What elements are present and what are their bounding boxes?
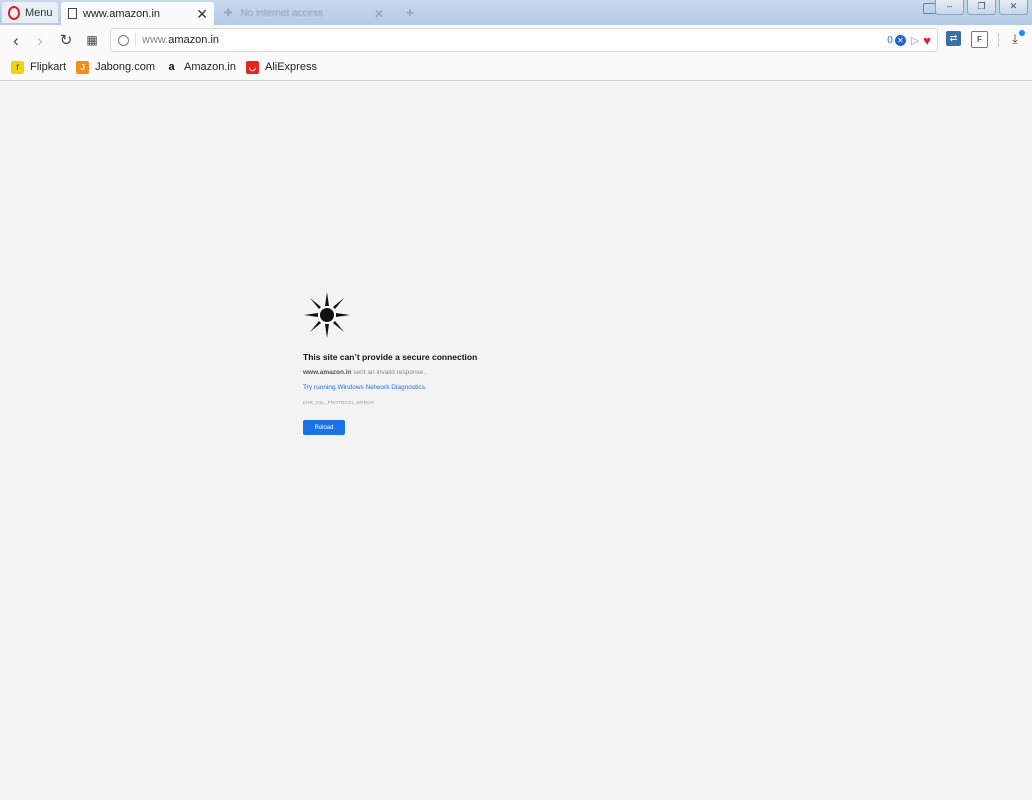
opera-logo-icon: [8, 5, 20, 20]
error-detail-text: sent an invalid response.: [351, 369, 426, 376]
maximize-button[interactable]: ❐: [967, 0, 996, 15]
new-tab-button[interactable]: +: [402, 5, 418, 20]
adblock-icon[interactable]: ✕: [894, 34, 906, 46]
jabong-icon: J: [76, 60, 90, 74]
window-controls: – ❐ ✕: [932, 0, 1028, 15]
error-code: ERR_SSL_PROTOCOL_ERROR: [303, 400, 375, 405]
bookmark-label: AliExpress: [264, 61, 317, 73]
reload-nav-button[interactable]: ↻: [56, 30, 76, 50]
bookmark-label: Flipkart: [30, 61, 67, 73]
broken-sun-icon: [304, 292, 350, 338]
address-separator: [135, 33, 136, 47]
speed-dial-button[interactable]: ▦: [82, 30, 102, 50]
reload-icon: ↻: [59, 31, 73, 49]
diagnostics-link[interactable]: Try running Windows Network Diagnostics.: [303, 384, 603, 391]
close-window-button[interactable]: ✕: [999, 0, 1028, 15]
minimize-button[interactable]: –: [935, 0, 964, 15]
sync-extension-icon[interactable]: ⇄: [946, 31, 961, 46]
address-bar[interactable]: www. amazon.in 0 ✕ ▷ ♥: [110, 28, 938, 52]
bookmark-flipkart[interactable]: f Flipkart: [11, 60, 67, 74]
url-host: amazon.in: [168, 34, 220, 46]
tab-title: No internet access: [240, 8, 324, 19]
document-icon: [68, 8, 77, 19]
tab-favicon-icon: ✚: [224, 8, 233, 19]
bookmarks-bar: f Flipkart J Jabong.com a Amazon.in ◡ Al…: [0, 54, 1032, 81]
tab-strip: Menu www.amazon.in ✕ ✚ No internet acces…: [0, 0, 1032, 25]
fb-extension-icon[interactable]: F: [971, 31, 988, 48]
url-prefix: www.: [142, 34, 169, 46]
forward-icon: ›: [37, 30, 43, 50]
bookmark-aliexpress[interactable]: ◡ AliExpress: [245, 60, 317, 74]
download-badge: [1019, 30, 1025, 36]
send-icon[interactable]: ▷: [911, 34, 919, 47]
back-button[interactable]: ‹: [6, 30, 26, 50]
bookmark-label: Jabong.com: [95, 61, 155, 73]
reload-button[interactable]: Reload: [303, 420, 345, 435]
error-title: This site can’t provide a secure connect…: [303, 352, 478, 362]
tab-title: www.amazon.in: [83, 7, 161, 20]
tab-amazon[interactable]: www.amazon.in ✕: [61, 2, 214, 25]
flipkart-icon: f: [11, 60, 24, 74]
error-host: www.amazon.in: [303, 369, 352, 376]
tab-close-icon[interactable]: ✕: [374, 7, 384, 21]
opera-menu-button[interactable]: Menu: [2, 2, 58, 23]
globe-icon: [118, 34, 129, 46]
error-detail: www.amazon.in sent an invalid response.: [303, 369, 603, 376]
bookmark-jabong[interactable]: J Jabong.com: [76, 60, 155, 74]
tab-close-icon[interactable]: ✕: [196, 7, 208, 21]
heart-icon[interactable]: ♥: [923, 33, 931, 48]
adblock-count: 0: [887, 34, 893, 46]
forward-button[interactable]: ›: [30, 30, 50, 50]
navigation-toolbar: ‹ › ↻ ▦ www. amazon.in 0 ✕ ▷ ♥ ⇄ F ⤓: [0, 25, 1032, 54]
tab-no-internet[interactable]: ✚ No internet access ✕: [218, 4, 390, 23]
error-panel: This site can’t provide a secure connect…: [303, 291, 603, 435]
bookmark-label: Amazon.in: [184, 61, 236, 73]
menu-label: Menu: [25, 6, 53, 19]
address-actions: 0 ✕ ▷ ♥: [887, 33, 931, 48]
toolbar-separator: [998, 33, 999, 47]
back-icon: ‹: [13, 30, 19, 50]
grid-icon: ▦: [86, 33, 98, 47]
aliexpress-icon: ◡: [245, 60, 259, 74]
amazon-icon: a: [168, 61, 175, 73]
bookmark-amazon[interactable]: a Amazon.in: [165, 61, 236, 74]
